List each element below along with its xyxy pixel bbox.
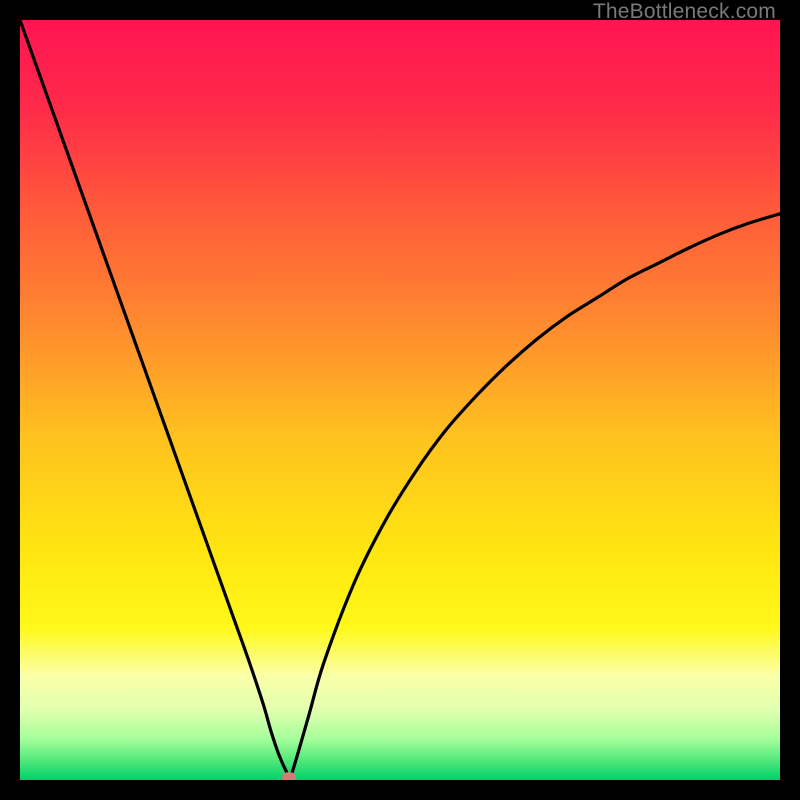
chart-frame: [20, 20, 780, 780]
chart-svg: [20, 20, 780, 780]
chart-background: [20, 20, 780, 780]
watermark: TheBottleneck.com: [593, 0, 776, 24]
